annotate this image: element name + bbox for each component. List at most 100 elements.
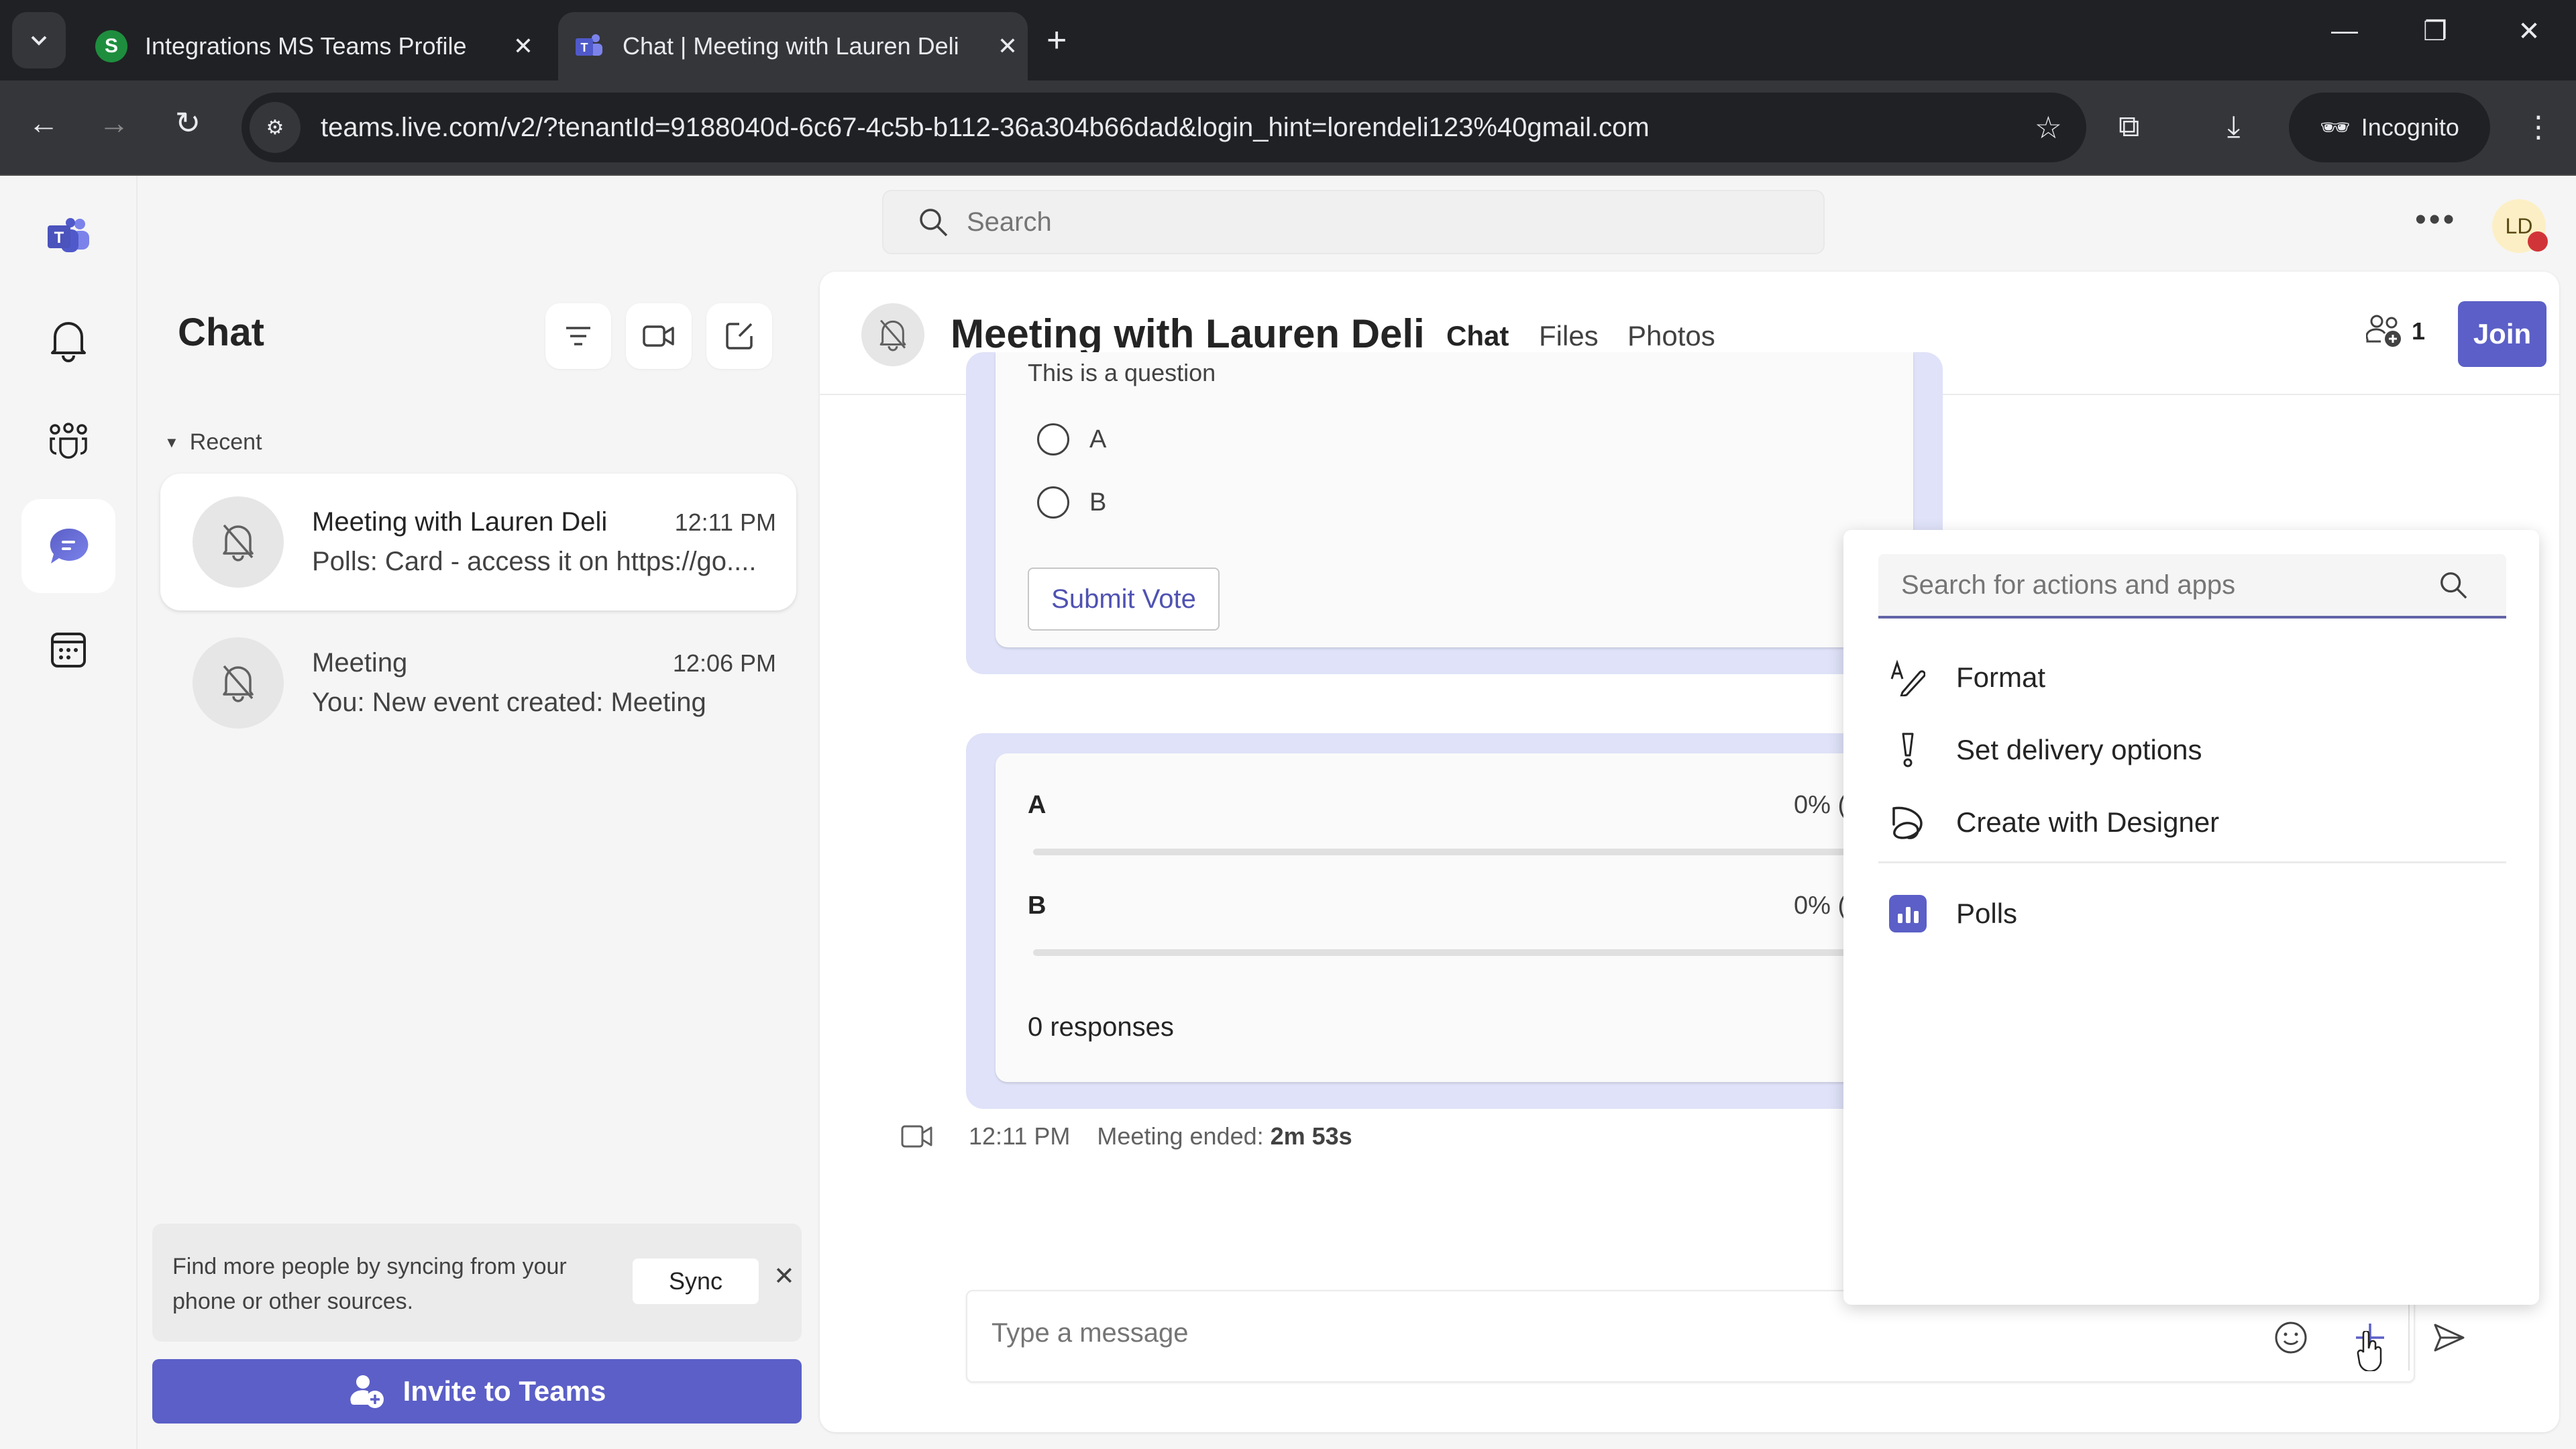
close-tab-icon[interactable]: ✕ [503, 32, 543, 60]
chat-time: 12:06 PM [672, 649, 776, 677]
search-input[interactable] [967, 207, 1772, 237]
chat-list-panel: Chat ▼ Recent Meeting with Lauren Deli 1… [139, 176, 816, 1449]
result-label: B [1028, 892, 1046, 920]
search-icon [920, 209, 948, 237]
message-time: 12:11 PM [969, 1122, 1071, 1150]
new-tab-button[interactable]: + [1046, 20, 1067, 60]
rail-calendar[interactable] [21, 603, 115, 697]
search-icon [2440, 572, 2467, 599]
minimize-icon[interactable]: — [2318, 16, 2371, 46]
menu-item-format[interactable]: Format [1878, 644, 2506, 711]
browser-tab-integrations[interactable]: S Integrations MS Teams Profile ✕ [80, 12, 543, 80]
meet-now-button[interactable] [626, 303, 692, 369]
invite-label: Invite to Teams [402, 1375, 606, 1407]
close-tab-icon[interactable]: ✕ [987, 32, 1028, 60]
option-label: A [1089, 425, 1107, 453]
chat-avatar [193, 637, 284, 729]
browser-tab-teams-chat[interactable]: T Chat | Meeting with Lauren Deli ✕ [558, 12, 1028, 80]
poll-question: This is a question [1028, 359, 1216, 386]
send-button[interactable] [2427, 1316, 2471, 1360]
tab-title: Integrations MS Teams Profile [145, 32, 467, 60]
poll-option-a[interactable]: A [1037, 423, 1106, 455]
message-input[interactable] [991, 1318, 1998, 1348]
window-close-icon[interactable]: ✕ [2502, 16, 2556, 47]
person-add-icon [350, 1375, 384, 1408]
participant-count: 1 [2412, 317, 2426, 345]
send-icon [2434, 1324, 2465, 1352]
browser-tab-bar: S Integrations MS Teams Profile ✕ T Chat… [0, 0, 2576, 80]
format-icon [1888, 657, 1928, 698]
rail-activity[interactable] [21, 293, 115, 387]
menu-divider [1878, 861, 2506, 863]
menu-item-designer[interactable]: Create with Designer [1878, 789, 2506, 856]
compose-divider [2408, 1305, 2410, 1371]
rail-communities[interactable] [21, 396, 115, 490]
browser-menu-icon[interactable]: ⋮ [2524, 110, 2553, 144]
people-add-icon [2366, 315, 2401, 347]
bookmark-star-icon[interactable]: ☆ [2035, 109, 2062, 146]
teams-favicon-icon: T [573, 30, 605, 62]
download-icon[interactable]: ⤓ [2227, 110, 2240, 144]
result-label: A [1028, 791, 1046, 819]
invite-to-teams-button[interactable]: Invite to Teams [152, 1359, 802, 1424]
chat-name: Meeting [312, 648, 408, 678]
menu-item-polls[interactable]: Polls [1878, 880, 2506, 947]
incognito-icon: 🕶 [2320, 113, 2351, 141]
dismiss-banner-icon[interactable]: ✕ [773, 1261, 795, 1291]
tab-search-button[interactable] [12, 12, 66, 68]
address-bar[interactable]: ⚙ teams.live.com/v2/?tenantId=9188040d-6… [241, 93, 2086, 162]
exclamation-icon [1888, 730, 1928, 770]
designer-icon [1888, 802, 1928, 843]
tab-chat[interactable]: Chat [1446, 320, 1509, 352]
poll-results-card: A 0% (0) B 0% (0) 0 responses [966, 733, 1972, 1109]
menu-item-label: Polls [1956, 898, 2018, 929]
restore-icon[interactable]: ❐ [2408, 16, 2462, 47]
sync-button[interactable]: Sync [633, 1258, 759, 1304]
poll-card: This is a question A B Submit Vote [966, 352, 1943, 674]
tab-files[interactable]: Files [1539, 320, 1599, 352]
radio-button[interactable] [1037, 486, 1069, 519]
url-text[interactable]: teams.live.com/v2/?tenantId=9188040d-6c6… [321, 113, 2035, 143]
menu-item-label: Format [1956, 661, 2046, 693]
back-icon[interactable]: ← [20, 105, 67, 141]
new-chat-button[interactable] [706, 303, 772, 369]
participants-button[interactable]: 1 [2366, 315, 2425, 348]
extensions-icon[interactable]: ⧉ [2118, 110, 2139, 144]
compose-icon [726, 323, 753, 350]
conversation-avatar [861, 303, 924, 366]
chat-list-title: Chat [178, 311, 264, 354]
chat-list-item[interactable]: Meeting with Lauren Deli 12:11 PM Polls:… [160, 474, 796, 610]
chat-list-item[interactable]: Meeting 12:06 PM You: New event created:… [160, 614, 796, 751]
more-options-icon[interactable]: ••• [2415, 201, 2457, 238]
presence-status-dot [2528, 231, 2548, 252]
rail-chat[interactable] [21, 499, 115, 593]
site-info-icon[interactable]: ⚙ [250, 102, 301, 153]
actions-search-input[interactable] [1901, 570, 2438, 600]
menu-item-delivery-options[interactable]: Set delivery options [1878, 716, 2506, 784]
submit-vote-button[interactable]: Submit Vote [1028, 568, 1220, 631]
recent-section-header[interactable]: ▼ Recent [164, 429, 262, 455]
chat-name: Meeting with Lauren Deli [312, 507, 608, 537]
hand-cursor-icon [2348, 1329, 2392, 1373]
forward-icon[interactable]: → [91, 105, 138, 141]
incognito-badge[interactable]: 🕶 Incognito [2289, 93, 2490, 162]
actions-search[interactable] [1878, 554, 2506, 619]
recent-label: Recent [189, 429, 262, 455]
menu-item-label: Set delivery options [1956, 734, 2202, 765]
poll-option-b[interactable]: B [1037, 486, 1106, 519]
poll-card-body: This is a question A B Submit Vote [996, 352, 1913, 647]
meeting-duration: 2m 53s [1270, 1122, 1352, 1150]
filter-icon [566, 327, 590, 345]
bell-muted-icon [223, 524, 254, 561]
browser-toolbar: ← → ↻ ⚙ teams.live.com/v2/?tenantId=9188… [0, 80, 2576, 176]
emoji-button[interactable] [2269, 1316, 2313, 1360]
global-search[interactable] [882, 190, 1825, 254]
tab-photos[interactable]: Photos [1627, 320, 1715, 352]
reload-icon[interactable]: ↻ [164, 105, 211, 141]
radio-button[interactable] [1037, 423, 1069, 455]
join-button[interactable]: Join [2458, 301, 2546, 367]
chat-avatar [193, 496, 284, 588]
video-camera-icon [901, 1125, 932, 1148]
filter-button[interactable] [545, 303, 611, 369]
chevron-down-icon [31, 36, 47, 46]
